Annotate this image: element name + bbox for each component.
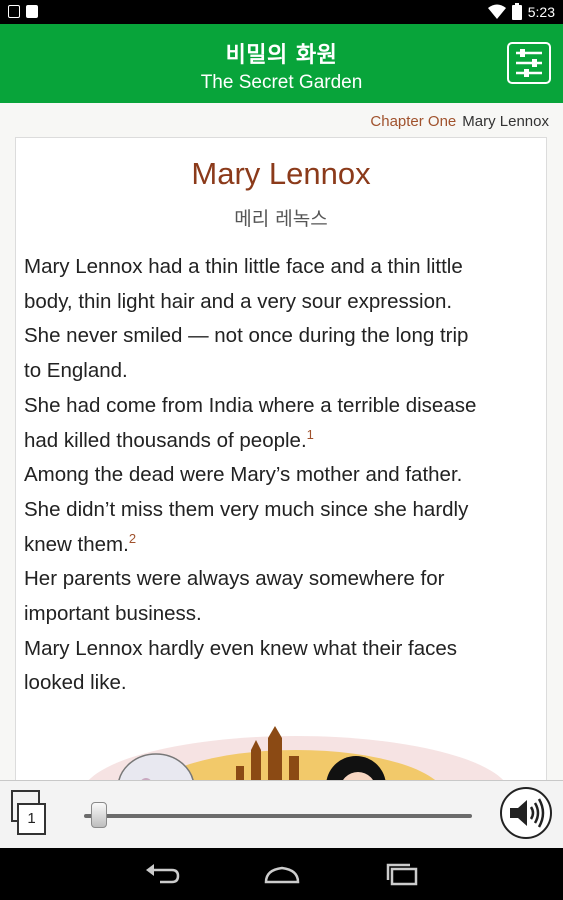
text-line-with-footnote: knew them.2 [24, 528, 544, 563]
app-bar: 비밀의 화원 The Secret Garden [0, 24, 563, 103]
text-line: She never smiled — not once during the l… [24, 324, 469, 348]
recent-apps-button[interactable] [382, 860, 422, 888]
home-icon [264, 866, 300, 884]
footnote-marker[interactable]: 2 [129, 531, 136, 546]
story-illustration [88, 726, 504, 780]
battery-icon [511, 3, 522, 20]
chapter-label: Chapter One [370, 113, 457, 130]
audio-button[interactable] [500, 787, 552, 839]
text-line: knew them. [24, 532, 129, 556]
text-card[interactable]: Mary Lennox 메리 레녹스 Mary Lennox had a thi… [15, 137, 547, 780]
settings-button[interactable] [507, 42, 551, 84]
settings-sliders-icon [516, 49, 542, 77]
text-line: had killed thousands of people. [24, 428, 307, 452]
text-line: She didn’t miss them very much since she… [24, 497, 469, 521]
app-title-english: The Secret Garden [200, 72, 363, 93]
text-line: Her parents were always away somewhere f… [24, 567, 445, 591]
clock: 5:23 [527, 3, 555, 20]
chapter-breadcrumb: Chapter One Mary Lennox [370, 113, 549, 130]
text-line: to England. [24, 359, 128, 383]
status-bar: 5:23 [0, 0, 563, 24]
text-line: looked like. [24, 671, 127, 695]
speaker-icon [510, 798, 545, 828]
chapter-title: Mary Lennox [191, 156, 371, 191]
story-text: Mary Lennox had a thin little face and a… [24, 250, 544, 701]
slider-thumb[interactable] [91, 802, 108, 828]
reader-page: Chapter One Mary Lennox Mary Lennox 메리 레녹… [0, 103, 563, 780]
sd-card-icon [26, 5, 38, 18]
notification-box-icon [8, 5, 20, 18]
text-line: important business. [24, 602, 202, 626]
footnote-marker[interactable]: 1 [307, 427, 314, 442]
text-line-with-footnote: had killed thousands of people.1 [24, 424, 544, 459]
text-line: She had come from India where a terrible… [24, 393, 477, 417]
text-line: Mary Lennox hardly even knew what their … [24, 636, 458, 660]
chapter-subtitle: 메리 레녹스 [234, 208, 328, 230]
chapter-name: Mary Lennox [462, 113, 549, 130]
progress-slider[interactable] [84, 814, 472, 818]
text-line: Among the dead were Mary’s mother and fa… [24, 463, 463, 487]
page-number: 1 [27, 810, 36, 827]
text-line: Mary Lennox had a thin little face and a… [24, 255, 463, 278]
back-icon [146, 864, 180, 884]
back-button[interactable] [142, 860, 182, 888]
playback-controls: 1 [0, 780, 563, 848]
home-button[interactable] [262, 860, 302, 888]
text-line: body, thin light hair and a very sour ex… [24, 289, 453, 313]
page-list-button[interactable]: 1 [10, 789, 54, 839]
app-title-korean: 비밀의 화원 [225, 43, 338, 68]
wifi-icon [487, 4, 506, 19]
recent-apps-icon [386, 863, 418, 886]
system-nav-bar [0, 848, 563, 900]
